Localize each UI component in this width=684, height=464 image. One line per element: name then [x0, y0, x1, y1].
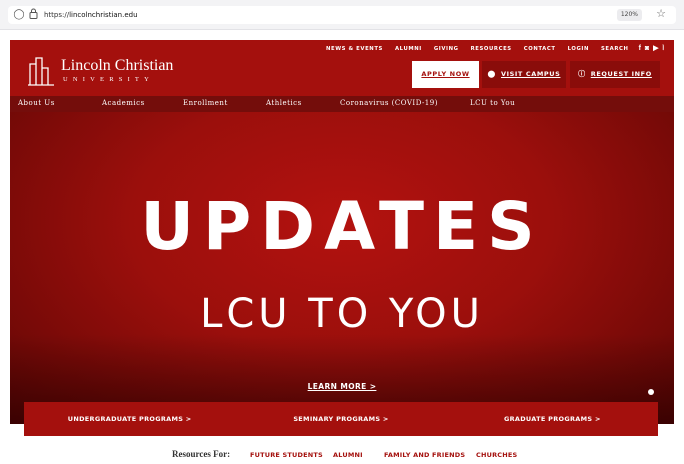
zoom-badge[interactable]: 120% [616, 9, 642, 21]
carousel-dot[interactable] [648, 389, 654, 395]
map-pin-icon: ⬤ [487, 70, 496, 78]
visit-campus-label: VISIT CAMPUS [500, 70, 561, 78]
address-bar[interactable]: ◯ https://lincolnchristian.edu 120% ☆ [8, 6, 676, 24]
shield-icon[interactable]: ◯ [12, 8, 26, 22]
url-prefix: https:// [44, 11, 70, 19]
resource-alumni[interactable]: ALUMNI [333, 451, 363, 459]
nav-athletics[interactable]: Athletics [266, 99, 302, 107]
apply-now-button[interactable]: APPLY NOW [412, 61, 479, 88]
visit-campus-button[interactable]: ⬤ VISIT CAMPUS [482, 61, 566, 88]
info-icon: ⓘ [578, 70, 586, 78]
hero-banner[interactable]: UPDATES LCU TO YOU LEARN MORE > [10, 112, 674, 424]
instagram-icon[interactable]: ◙ [645, 45, 649, 53]
nav-enrollment[interactable]: Enrollment [183, 99, 228, 107]
url-text[interactable]: https://lincolnchristian.edu [44, 9, 138, 21]
logo-name: Lincoln Christian [61, 57, 174, 74]
site-header: NEWS & EVENTS ALUMNI GIVING RESOURCES CO… [10, 40, 674, 96]
browser-toolbar: ◯ https://lincolnchristian.edu 120% ☆ [0, 0, 684, 30]
resources-label: Resources For: [172, 449, 231, 459]
util-giving[interactable]: GIVING [434, 46, 459, 52]
request-info-label: REQUEST INFO [590, 70, 652, 78]
bookmark-star-icon[interactable]: ☆ [656, 7, 666, 20]
social-links: f ◙ ▶ ⦚ [639, 45, 664, 53]
site-logo[interactable]: Lincoln Christian UNIVERSITY [28, 52, 178, 88]
util-contact[interactable]: CONTACT [524, 46, 556, 52]
seminary-programs-link[interactable]: SEMINARY PROGRAMS > [235, 402, 446, 436]
nav-lcu-to-you[interactable]: LCU to You [470, 99, 515, 107]
util-news-events[interactable]: NEWS & EVENTS [326, 46, 383, 52]
resources-row: Resources For: FUTURE STUDENTS ALUMNI FA… [10, 444, 674, 464]
util-search[interactable]: SEARCH [601, 46, 629, 52]
main-nav: About Us Academics Enrollment Athletics … [10, 96, 674, 112]
youtube-icon[interactable]: ▶ [653, 45, 658, 53]
apply-now-label: APPLY NOW [421, 70, 470, 78]
lock-icon[interactable] [26, 8, 40, 22]
resource-family-friends[interactable]: FAMILY AND FRIENDS [384, 451, 465, 459]
undergraduate-programs-link[interactable]: UNDERGRADUATE PROGRAMS > [24, 402, 235, 436]
util-login[interactable]: LOGIN [568, 46, 589, 52]
rss-icon[interactable]: ⦚ [663, 45, 664, 53]
graduate-programs-link[interactable]: GRADUATE PROGRAMS > [447, 402, 658, 436]
nav-academics[interactable]: Academics [102, 99, 145, 107]
logo-subtitle: UNIVERSITY [63, 76, 154, 83]
nav-about-us[interactable]: About Us [18, 99, 55, 107]
facebook-icon[interactable]: f [639, 45, 641, 53]
learn-more-link[interactable]: LEARN MORE > [10, 382, 674, 391]
programs-bar: UNDERGRADUATE PROGRAMS > SEMINARY PROGRA… [24, 402, 658, 436]
util-resources[interactable]: RESOURCES [471, 46, 512, 52]
request-info-button[interactable]: ⓘ REQUEST INFO [570, 61, 660, 88]
website: NEWS & EVENTS ALUMNI GIVING RESOURCES CO… [10, 40, 674, 464]
utility-nav: NEWS & EVENTS ALUMNI GIVING RESOURCES CO… [314, 45, 664, 53]
nav-coronavirus[interactable]: Coronavirus (COVID-19) [340, 99, 438, 107]
resource-churches[interactable]: CHURCHES [476, 451, 517, 459]
logo-mark-icon [28, 57, 54, 86]
hero-subtitle: LCU TO YOU [200, 291, 484, 337]
url-domain: lincolnchristian.edu [69, 11, 138, 19]
resource-future-students[interactable]: FUTURE STUDENTS [250, 451, 323, 459]
util-alumni[interactable]: ALUMNI [395, 46, 422, 52]
hero-title: UPDATES [140, 188, 544, 265]
